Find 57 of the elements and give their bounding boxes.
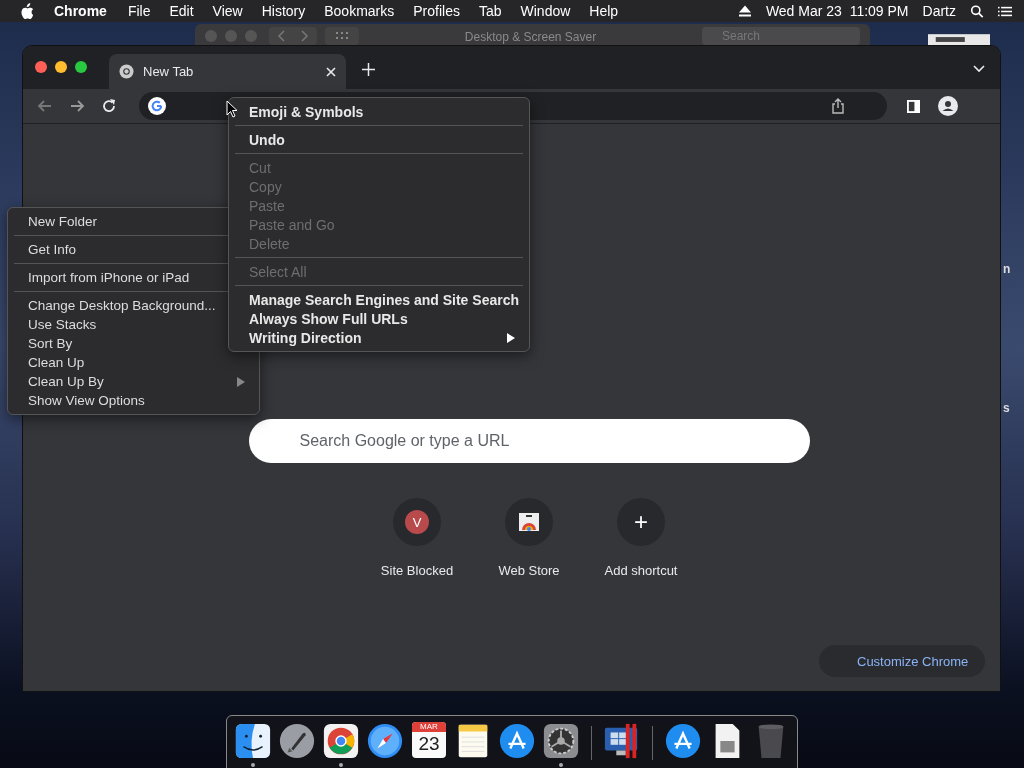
menu-item[interactable]: View [212,3,243,19]
finder-icon[interactable] [234,722,272,760]
calendar-icon[interactable]: MAR 23 [412,722,446,758]
plus-icon: + [634,510,648,534]
customize-button[interactable]: Customize Chrome [819,645,985,677]
chrome-icon[interactable] [322,722,360,760]
app-store-icon[interactable] [498,722,536,760]
menu-item[interactable]: Writing Direction [235,328,523,347]
desktop-icon-label[interactable]: n [1003,262,1011,276]
window-controls-icon[interactable] [35,61,87,73]
cursor-icon [226,100,238,118]
share-icon[interactable] [831,98,845,114]
close-icon[interactable] [326,66,336,77]
compass-icon[interactable] [366,722,404,760]
menu-item[interactable]: File [127,3,151,19]
shortcut-tile[interactable]: + Add shortcut [585,498,697,578]
google-icon [148,97,166,115]
chrome-icon [119,64,134,79]
profile-icon[interactable] [938,96,958,116]
desktop-icon-label[interactable]: s [1003,401,1010,415]
back-icon[interactable] [37,98,53,114]
search-field[interactable]: Search Google or type a URL [248,419,810,463]
menu-item[interactable]: Window [520,3,571,19]
menu-item[interactable]: Clean Up [14,353,253,372]
menu-item[interactable]: Show View Options [14,391,253,410]
app-store-icon[interactable] [664,722,702,760]
shortcut-tile[interactable]: V Site Blocked [361,498,473,578]
menu-item[interactable]: History [261,3,306,19]
browser-tab[interactable]: New Tab [109,54,346,89]
search-icon[interactable] [970,4,984,18]
plus-icon[interactable] [362,63,375,76]
grid-icon[interactable] [325,27,359,45]
reload-icon[interactable] [101,98,117,114]
apple-logo-icon[interactable] [19,2,34,20]
forward-icon[interactable] [69,98,85,114]
menu-item[interactable]: Clean Up By [14,372,253,391]
sidebar-icon[interactable] [907,99,920,113]
list-icon[interactable] [998,4,1012,18]
window-title: Desktop & Screen Saver [463,30,598,44]
menu-item[interactable]: Bookmarks [324,3,395,19]
menu-item[interactable]: Always Show Full URLs [235,309,523,328]
eject-icon[interactable] [737,4,752,18]
menu-item[interactable]: Undo [235,130,523,149]
menu-item[interactable]: Help [589,3,619,19]
menu-item[interactable]: Edit [169,3,194,19]
chevron-down-icon[interactable] [973,65,985,73]
web-store-icon [519,513,539,531]
shortcut-tile[interactable]: Web Store [473,498,585,578]
clock[interactable]: Wed Mar 23 11:09 PM [765,3,909,19]
site-letter-icon: V [405,510,429,534]
drive-icon[interactable] [928,34,990,46]
menu-item[interactable]: Manage Search Engines and Site Search [235,290,523,309]
menu-item[interactable]: Profiles [413,3,460,19]
app-menu[interactable]: Chrome [54,3,107,19]
user-name[interactable]: Dartz [922,3,956,19]
gear-icon[interactable] [542,722,580,760]
menu-item[interactable]: Tab [478,3,502,19]
